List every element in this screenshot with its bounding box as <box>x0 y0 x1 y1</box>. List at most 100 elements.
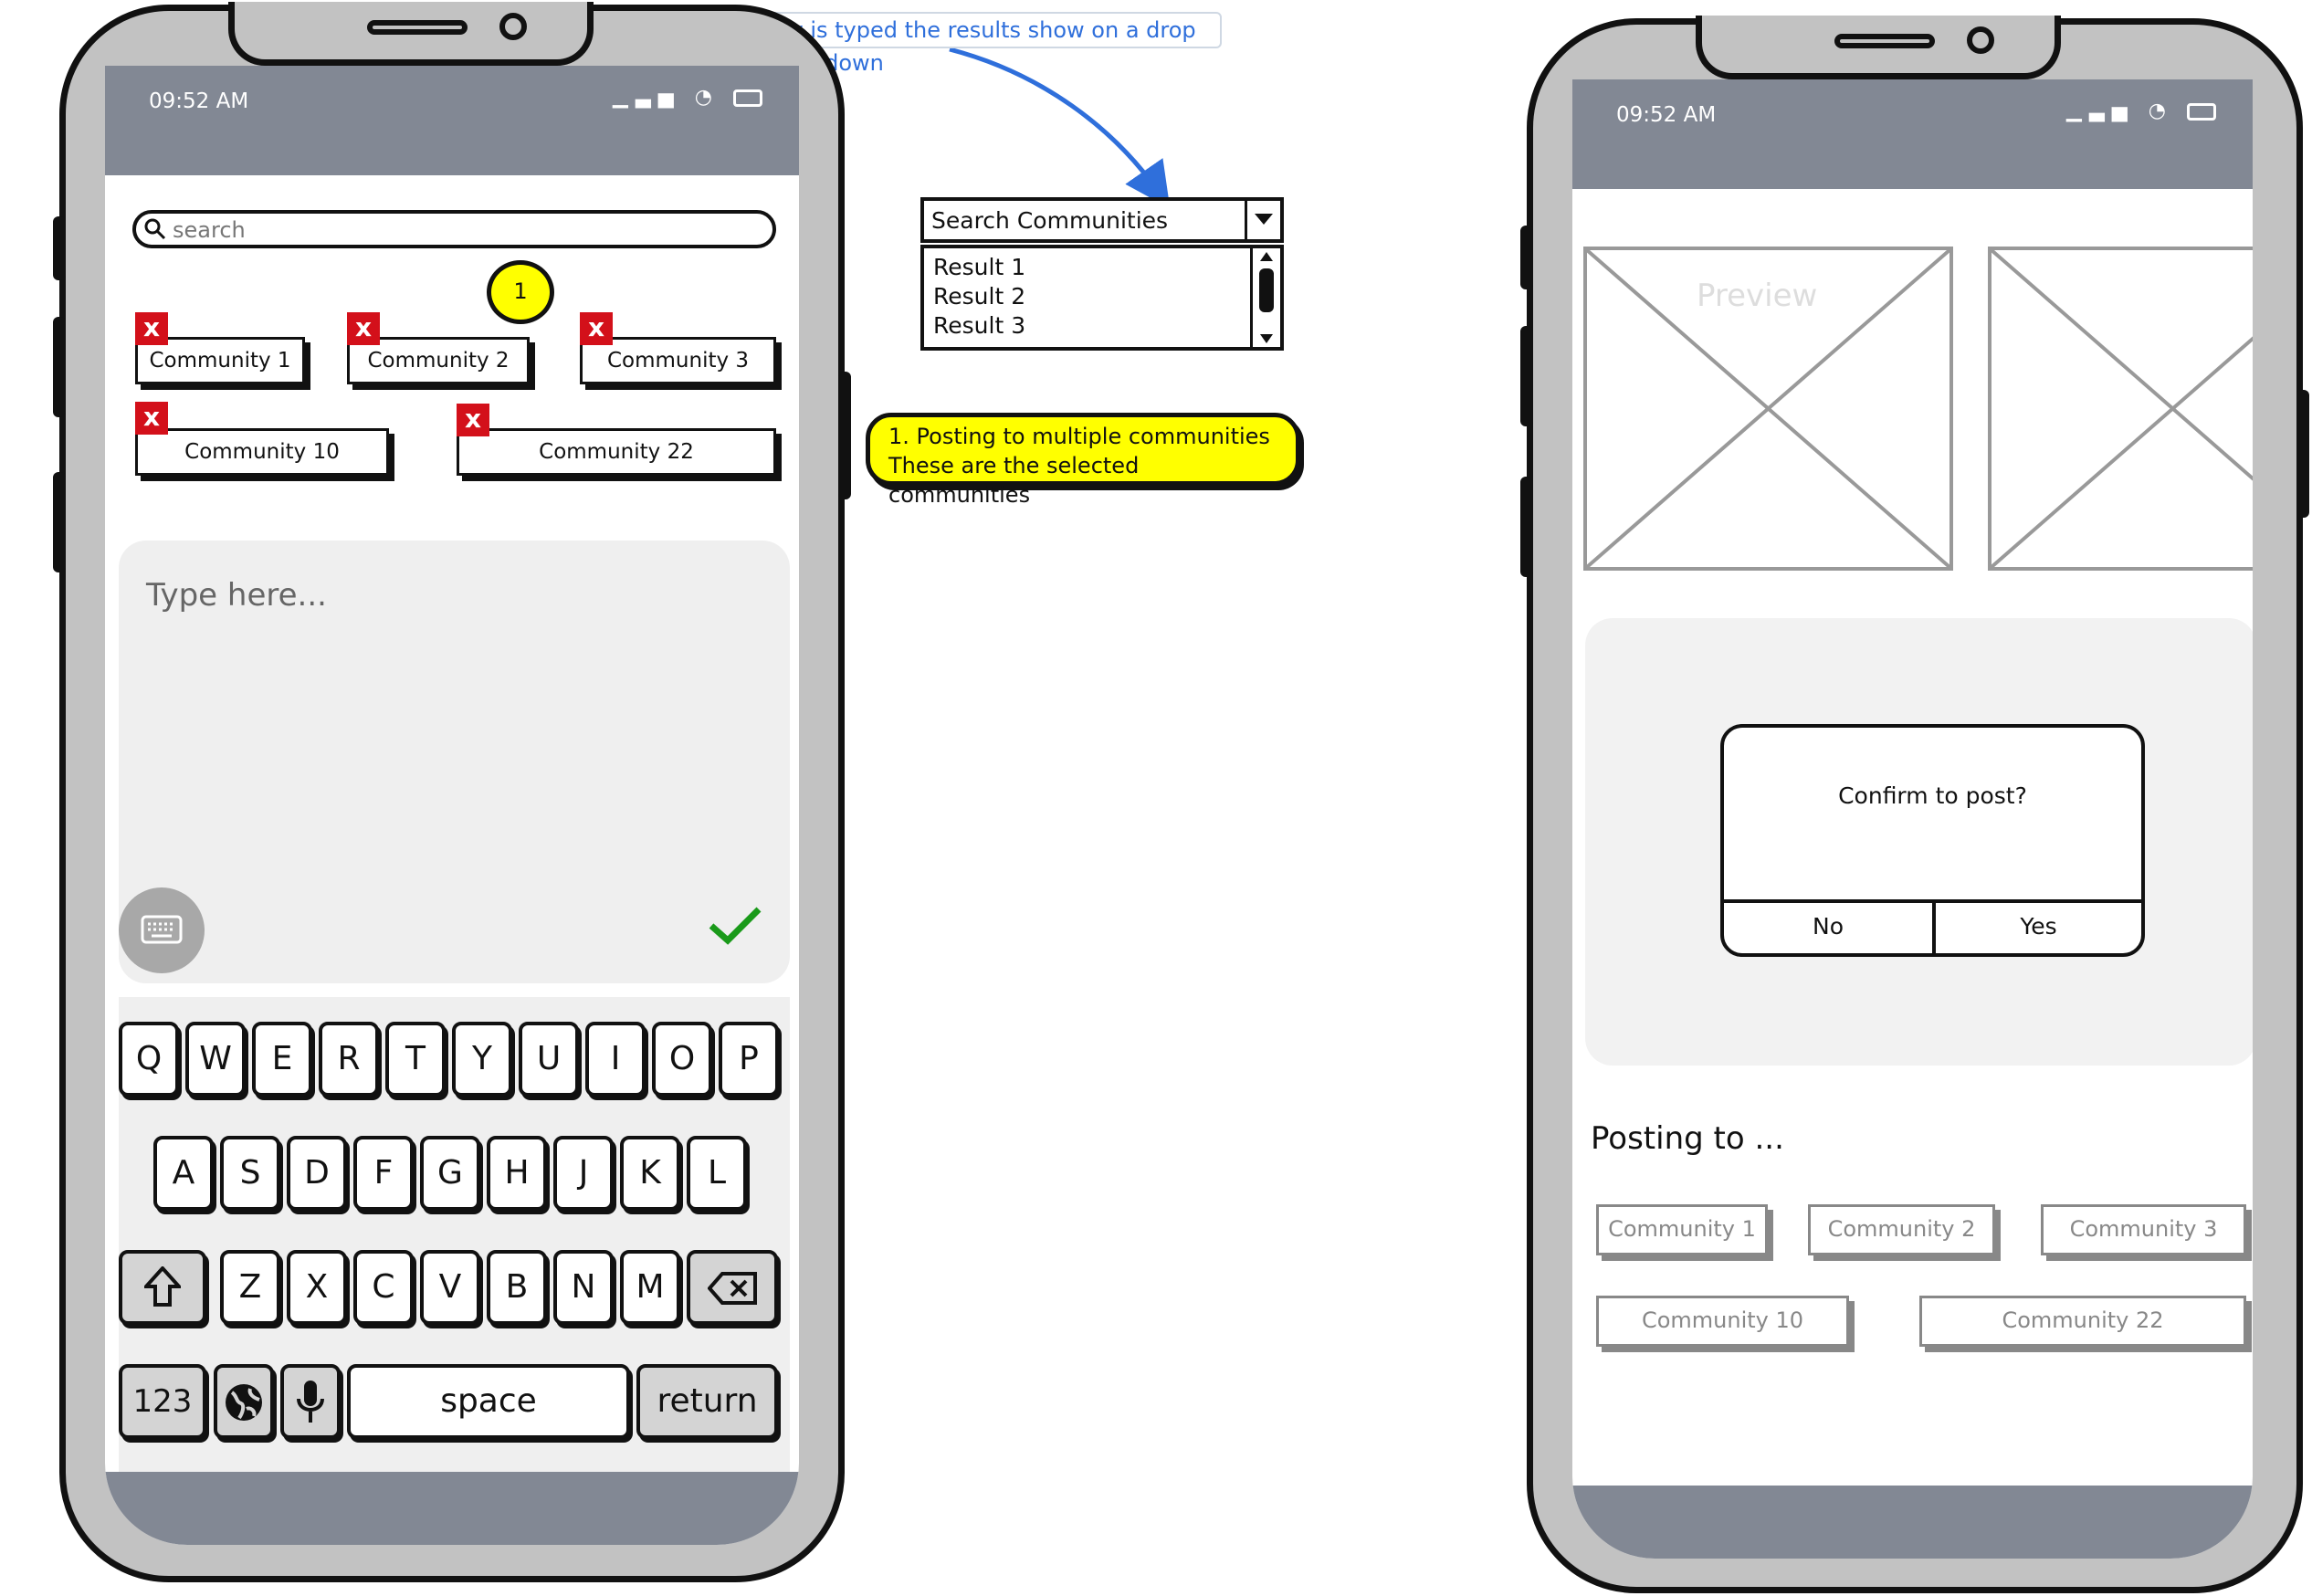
key[interactable]: O <box>652 1022 712 1097</box>
result-item[interactable]: Result 2 <box>933 283 1025 310</box>
posting-community-chip: Community 2 <box>1808 1204 1995 1255</box>
posting-community-chip: Community 10 <box>1596 1296 1849 1347</box>
key[interactable]: N <box>553 1250 614 1325</box>
key[interactable]: S <box>220 1136 280 1211</box>
results-list: Result 1 Result 2 Result 3 <box>920 245 1284 351</box>
onscreen-keyboard: Q W E R T Y U I O P A S D F G H J K L Z <box>119 997 790 1481</box>
scrollbar[interactable] <box>1250 248 1280 347</box>
community-chip[interactable]: Community 22 <box>457 428 776 476</box>
screen-left: 09:52 AM ▁▃▅ ◔ search Community 1 x Comm… <box>105 66 799 1545</box>
key[interactable]: T <box>385 1022 446 1097</box>
compose-placeholder: Type here... <box>146 577 327 614</box>
key[interactable]: M <box>620 1250 680 1325</box>
screen-right: 09:52 AM ▁▃▅ ◔ Preview Confirm to post? <box>1572 79 2253 1559</box>
dialog-buttons: No Yes <box>1724 899 2141 953</box>
key[interactable]: A <box>153 1136 214 1211</box>
search-communities-dropdown[interactable]: Search Communities <box>920 197 1284 243</box>
result-item[interactable]: Result 3 <box>933 312 1025 339</box>
community-chip[interactable]: Community 10 <box>135 428 389 476</box>
chip-label: Community 22 <box>539 440 694 464</box>
speaker <box>1834 34 1935 48</box>
key[interactable]: E <box>252 1022 312 1097</box>
result-item[interactable]: Result 1 <box>933 254 1025 280</box>
microphone-icon <box>297 1381 324 1423</box>
preview-label: Preview <box>1697 278 1818 314</box>
phone-left: 09:52 AM ▁▃▅ ◔ search Community 1 x Comm… <box>53 2 851 1582</box>
key[interactable]: V <box>420 1250 480 1325</box>
shift-icon <box>142 1265 184 1307</box>
status-time: 09:52 AM <box>1616 103 1717 127</box>
key[interactable]: L <box>687 1136 747 1211</box>
key[interactable]: U <box>519 1022 579 1097</box>
signal-icon: ▁▃▅ <box>2066 100 2135 122</box>
space-key[interactable]: space <box>347 1364 630 1439</box>
shift-key[interactable] <box>119 1250 206 1325</box>
posting-community-chip: Community 3 <box>2041 1204 2246 1255</box>
key[interactable]: W <box>185 1022 246 1097</box>
note-line: 1. Posting to multiple communities <box>888 424 1270 449</box>
backspace-icon <box>707 1272 757 1305</box>
remove-chip-icon[interactable]: x <box>580 312 613 345</box>
key[interactable]: C <box>353 1250 414 1325</box>
dialog-message: Confirm to post? <box>1838 782 2027 809</box>
search-placeholder: search <box>173 217 246 243</box>
camera <box>499 13 527 40</box>
battery-icon <box>2187 102 2216 121</box>
key[interactable]: K <box>620 1136 680 1211</box>
key[interactable]: Y <box>452 1022 512 1097</box>
image-preview[interactable]: Preview <box>1583 247 1953 571</box>
backspace-key[interactable] <box>687 1250 778 1325</box>
return-key[interactable]: return <box>636 1364 778 1439</box>
key[interactable]: D <box>287 1136 347 1211</box>
chevron-down-icon[interactable] <box>1245 201 1280 239</box>
power-button <box>2296 390 2309 518</box>
volume-button <box>1520 477 1533 577</box>
globe-icon <box>226 1384 262 1421</box>
notch <box>228 2 594 66</box>
key[interactable]: Z <box>220 1250 280 1325</box>
posting-community-chip: Community 22 <box>1919 1296 2246 1347</box>
remove-chip-icon[interactable]: x <box>135 402 168 435</box>
key[interactable]: B <box>487 1250 547 1325</box>
key[interactable]: J <box>553 1136 614 1211</box>
speaker <box>367 20 468 35</box>
search-icon <box>143 217 167 241</box>
key[interactable]: X <box>287 1250 347 1325</box>
keyboard-icon <box>141 915 183 944</box>
side-button <box>53 216 66 280</box>
mic-key[interactable] <box>280 1364 341 1439</box>
remove-chip-icon[interactable]: x <box>457 404 489 436</box>
phone-right: 09:52 AM ▁▃▅ ◔ Preview Confirm to post? <box>1520 16 2309 1593</box>
status-bar: 09:52 AM ▁▃▅ ◔ <box>105 66 799 175</box>
note-line: These are the selected communities <box>888 453 1140 508</box>
key[interactable]: P <box>719 1022 779 1097</box>
posting-community-chip: Community 1 <box>1596 1204 1768 1255</box>
numbers-key[interactable]: 123 <box>119 1364 206 1439</box>
key[interactable]: H <box>487 1136 547 1211</box>
remove-chip-icon[interactable]: x <box>135 312 168 345</box>
chip-label: Community 10 <box>184 440 340 464</box>
posting-title: Posting to ... <box>1591 1120 1784 1157</box>
wifi-icon: ◔ <box>694 86 720 109</box>
key[interactable]: G <box>420 1136 480 1211</box>
key[interactable]: I <box>585 1022 646 1097</box>
search-input[interactable]: search <box>132 210 776 248</box>
yes-button[interactable]: Yes <box>1936 903 2141 953</box>
keyboard-toggle-button[interactable] <box>119 887 205 973</box>
submit-check-icon[interactable] <box>708 906 762 946</box>
status-icons: ▁▃▅ ◔ <box>2066 100 2216 122</box>
volume-button <box>1520 326 1533 426</box>
no-button[interactable]: No <box>1724 903 1936 953</box>
side-button <box>1520 226 1533 289</box>
globe-key[interactable] <box>214 1364 274 1439</box>
compose-area[interactable]: Type here... <box>119 541 790 983</box>
key[interactable]: F <box>353 1136 414 1211</box>
confirm-panel: Confirm to post? No Yes <box>1585 618 2253 1066</box>
battery-icon <box>733 89 762 107</box>
remove-chip-icon[interactable]: x <box>347 312 380 345</box>
key[interactable]: R <box>319 1022 379 1097</box>
selected-communities-note: 1. Posting to multiple communities These… <box>866 413 1300 508</box>
image-preview[interactable] <box>1988 247 2253 571</box>
key[interactable]: Q <box>119 1022 179 1097</box>
status-time: 09:52 AM <box>149 89 249 113</box>
